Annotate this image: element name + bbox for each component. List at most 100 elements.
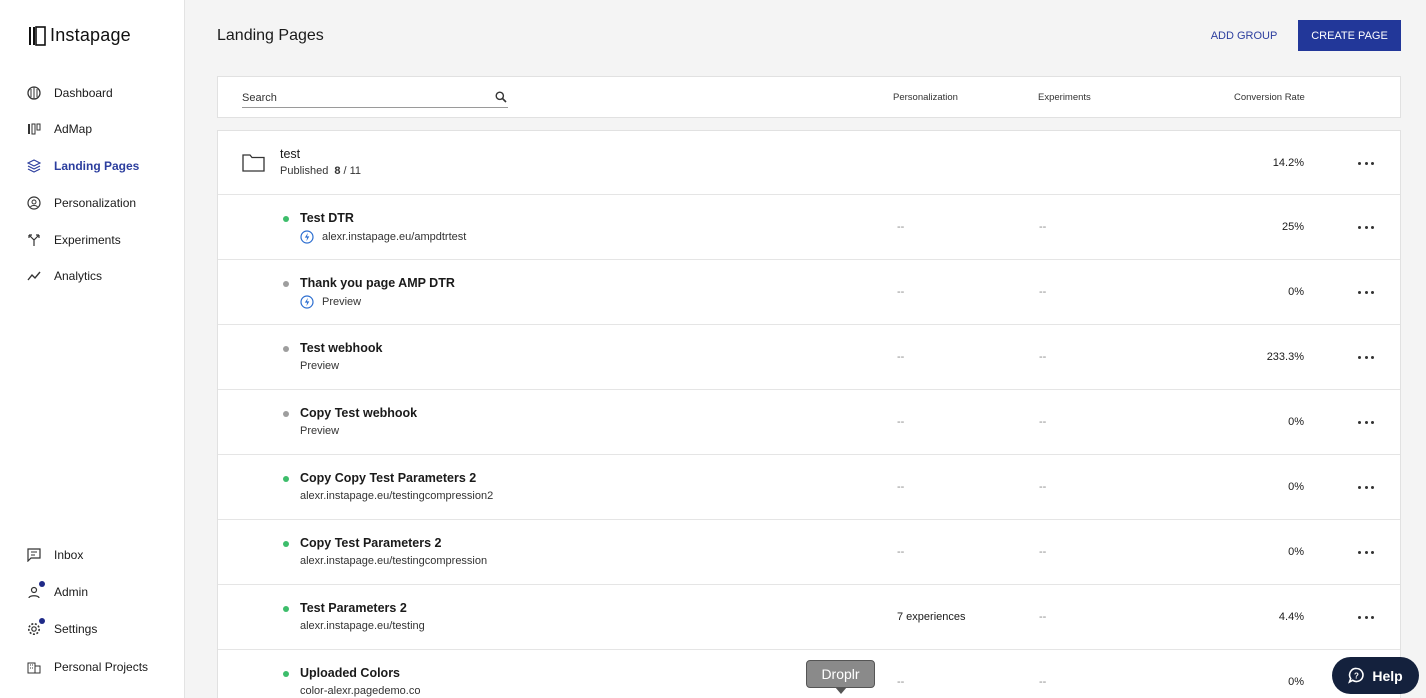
building-icon — [27, 660, 41, 674]
droplr-tooltip[interactable]: Droplr — [806, 660, 875, 694]
sidebar-item-personal-projects[interactable]: Personal Projects — [27, 657, 148, 677]
experiments-value: -- — [1039, 481, 1047, 493]
page-url-text[interactable]: alexr.instapage.eu/testingcompression2 — [300, 490, 493, 502]
person-circle-icon — [27, 196, 41, 210]
more-options-icon[interactable] — [1358, 415, 1374, 429]
group-status: Published 8 / 11 — [280, 165, 361, 177]
amp-bolt-icon — [300, 295, 314, 309]
column-header-conversion-rate[interactable]: Conversion Rate — [1234, 92, 1305, 103]
sidebar-item-admin[interactable]: Admin — [27, 581, 88, 602]
notification-badge — [39, 618, 45, 624]
table-row[interactable]: Copy Test Parameters 2 alexr.instapage.e… — [218, 520, 1400, 585]
page-name[interactable]: Copy Test Parameters 2 — [300, 536, 442, 550]
status-dot — [283, 476, 289, 482]
droplr-label: Droplr — [821, 666, 860, 682]
conversion-rate-value: 0% — [1288, 481, 1304, 493]
admap-icon — [27, 122, 41, 136]
group-status-label: Published — [280, 165, 329, 177]
page-url-text[interactable]: alexr.instapage.eu/testingcompression — [300, 555, 487, 567]
instapage-logo-icon — [29, 25, 46, 46]
page-url: Preview — [300, 360, 339, 372]
trend-icon — [27, 269, 41, 283]
gear-icon — [27, 618, 45, 636]
page-url-text[interactable]: alexr.instapage.eu/testing — [300, 620, 425, 632]
column-header-experiments[interactable]: Experiments — [1038, 92, 1091, 103]
search-input[interactable] — [242, 90, 482, 104]
group-name: test — [280, 147, 301, 161]
page-url-text[interactable]: alexr.instapage.eu/ampdtrtest — [322, 231, 466, 243]
sidebar-item-label: Settings — [54, 622, 98, 636]
column-header-personalization[interactable]: Personalization — [893, 92, 958, 103]
help-button[interactable]: ? Help — [1332, 657, 1419, 694]
table-row[interactable]: Test webhook Preview -- -- 233.3% — [218, 325, 1400, 390]
page-name[interactable]: Test webhook — [300, 341, 382, 355]
table-row[interactable]: Test Parameters 2 alexr.instapage.eu/tes… — [218, 585, 1400, 650]
page-name[interactable]: Test DTR — [300, 211, 354, 225]
conversion-rate-value: 0% — [1288, 416, 1304, 428]
more-options-icon[interactable] — [1358, 610, 1374, 624]
table-row[interactable]: Test DTR alexr.instapage.eu/ampdtrtest -… — [218, 195, 1400, 260]
sidebar-item-landing-pages[interactable]: Landing Pages — [27, 156, 139, 176]
status-dot — [283, 541, 289, 547]
sidebar-item-analytics[interactable]: Analytics — [27, 266, 102, 286]
experiments-value: -- — [1039, 416, 1047, 428]
experiments-value: -- — [1039, 611, 1047, 623]
layers-icon — [27, 159, 41, 173]
search-icon[interactable] — [495, 90, 507, 108]
logo[interactable]: Instapage — [28, 25, 131, 46]
more-options-icon[interactable] — [1358, 156, 1374, 170]
more-options-icon[interactable] — [1358, 545, 1374, 559]
group-total-count: / 11 — [343, 165, 362, 177]
sidebar-item-personalization[interactable]: Personalization — [27, 193, 136, 213]
page-url: alexr.instapage.eu/testingcompression — [300, 555, 487, 567]
page-url-text[interactable]: color-alexr.pagedemo.co — [300, 685, 420, 697]
sidebar-item-label: Analytics — [54, 269, 103, 283]
conversion-rate-value: 0% — [1288, 546, 1304, 558]
status-dot — [283, 346, 289, 352]
table-row[interactable]: Thank you page AMP DTR Preview -- -- 0% — [218, 260, 1400, 325]
personalization-value: -- — [897, 481, 905, 493]
page-url-text[interactable]: Preview — [300, 425, 339, 437]
sidebar-item-experiments[interactable]: Experiments — [27, 230, 121, 250]
sidebar-item-label: Inbox — [54, 548, 84, 562]
page-name[interactable]: Uploaded Colors — [300, 666, 400, 680]
folder-icon — [242, 154, 265, 172]
page-url: Preview — [300, 295, 361, 309]
status-dot — [283, 606, 289, 612]
conversion-rate-value: 0% — [1288, 286, 1304, 298]
group-row[interactable]: test Published 8 / 11 14.2% — [218, 131, 1400, 195]
page-name[interactable]: Test Parameters 2 — [300, 601, 407, 615]
experiments-value: -- — [1039, 676, 1047, 688]
page-name[interactable]: Copy Copy Test Parameters 2 — [300, 471, 476, 485]
more-options-icon[interactable] — [1358, 350, 1374, 364]
page-url-text[interactable]: Preview — [322, 296, 361, 308]
status-dot — [283, 411, 289, 417]
page-name[interactable]: Copy Test webhook — [300, 406, 417, 420]
table-row[interactable]: Copy Copy Test Parameters 2 alexr.instap… — [218, 455, 1400, 520]
page-url: color-alexr.pagedemo.co — [300, 685, 420, 697]
sidebar-item-settings[interactable]: Settings — [27, 618, 98, 639]
create-page-button[interactable]: CREATE PAGE — [1298, 20, 1401, 51]
page-url: Preview — [300, 425, 339, 437]
personalization-value[interactable]: 7 experiences — [897, 611, 966, 623]
sidebar-item-admap[interactable]: AdMap — [27, 119, 92, 139]
status-dot — [283, 671, 289, 677]
svg-text:?: ? — [1354, 672, 1359, 681]
conversion-rate-value: 25% — [1281, 221, 1304, 233]
sidebar-item-inbox[interactable]: Inbox — [27, 545, 83, 565]
more-options-icon[interactable] — [1358, 480, 1374, 494]
status-dot — [283, 281, 289, 287]
page-url-text[interactable]: Preview — [300, 360, 339, 372]
sidebar-item-dashboard[interactable]: Dashboard — [27, 83, 113, 103]
help-chat-icon: ? — [1348, 667, 1365, 684]
more-options-icon[interactable] — [1358, 220, 1374, 234]
personalization-value: -- — [897, 351, 905, 363]
amp-bolt-icon — [300, 230, 314, 244]
more-options-icon[interactable] — [1358, 285, 1374, 299]
filter-bar: Personalization Experiments Conversion R… — [217, 76, 1401, 118]
table-row[interactable]: Copy Test webhook Preview -- -- 0% — [218, 390, 1400, 455]
page-url: alexr.instapage.eu/ampdtrtest — [300, 230, 466, 244]
add-group-button[interactable]: ADD GROUP — [1203, 21, 1285, 51]
page-name[interactable]: Thank you page AMP DTR — [300, 276, 455, 290]
conversion-rate-value: 4.4% — [1278, 611, 1304, 623]
